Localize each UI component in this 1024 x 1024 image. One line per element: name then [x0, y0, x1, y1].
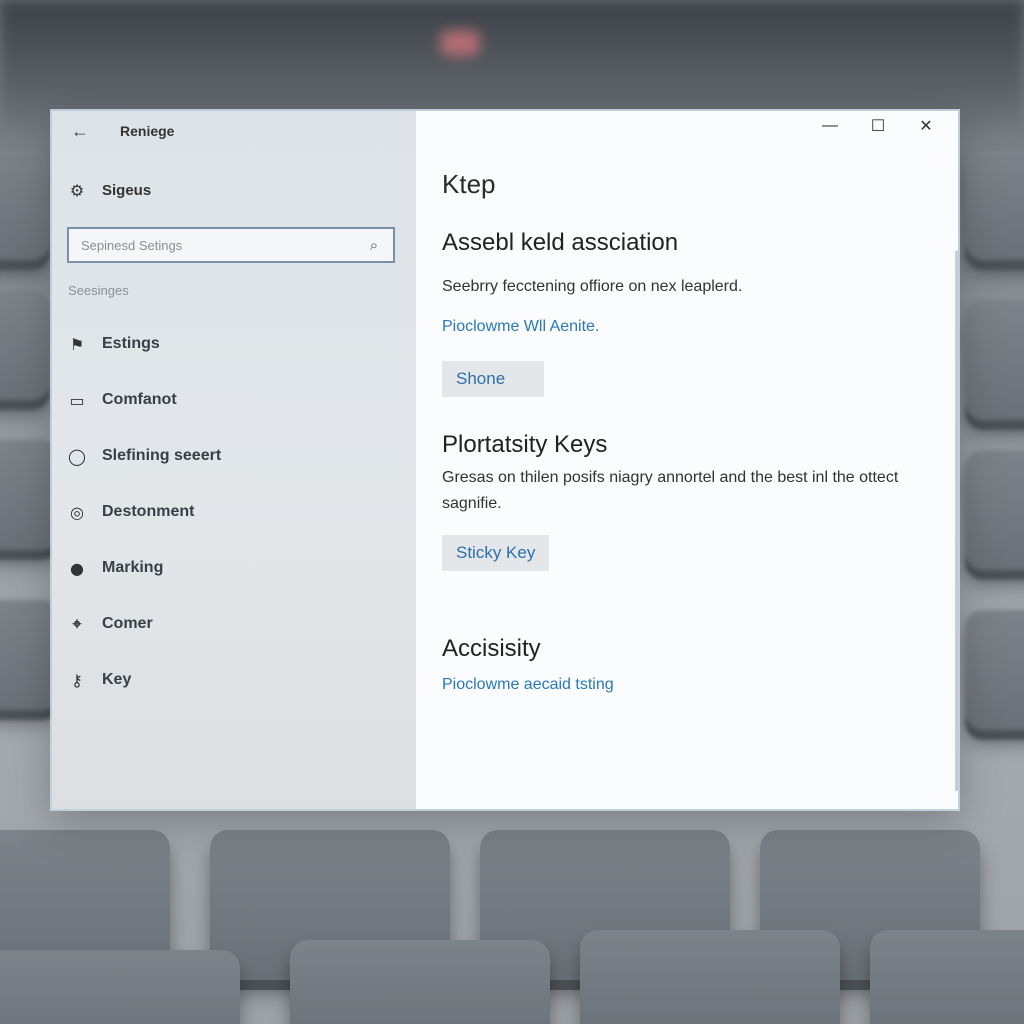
window-controls: — ☐ ✕ [806, 111, 950, 141]
search-box: ⌕ [67, 227, 395, 263]
search-icon[interactable]: ⌕ [363, 234, 385, 256]
circle-icon: ◯ [68, 446, 86, 466]
page-title: Ktep [442, 169, 496, 199]
section-link[interactable]: Pioclowme Wll Aenite. [442, 318, 599, 336]
gear-icon: ⚙ [69, 180, 85, 200]
sidebar-item-comfanot[interactable]: ▭ Comfanot [66, 372, 396, 428]
section-label: Seesinges [68, 283, 129, 298]
section-heading: Plortatsity Keys [442, 431, 608, 458]
palette-icon: ● [70, 558, 84, 578]
sidebar-item-label: Comfanot [102, 391, 177, 408]
sidebar: ← Reniege ⚙ Sigeus ⌕ Seesinges ⚑ Estings… [52, 111, 416, 809]
sidebar-item-destonment[interactable]: ◎ Destonment [66, 484, 396, 540]
section-description: Gresas on thilen posifs niagry annortel … [442, 469, 899, 512]
sidebar-item-label: Key [102, 671, 132, 688]
section-heading: Accisisity [442, 635, 541, 662]
section-description: Seebrry fecctening offiore on nex leaple… [442, 278, 743, 295]
show-button[interactable]: Shone [442, 361, 544, 397]
section-heading: Assebl keld assciation [442, 229, 679, 256]
sidebar-item-key[interactable]: ⚷ Key [66, 652, 396, 708]
sidebar-item-label: Destonment [102, 503, 195, 520]
sidebar-item-label: Comer [102, 615, 153, 632]
sidebar-home-item[interactable]: ⚙ Sigeus [66, 173, 151, 207]
sidebar-nav: ⚑ Estings ▭ Comfanot ◯ Slefining seeert … [66, 316, 396, 708]
sidebar-item-label: Slefining seeert [102, 447, 222, 464]
content-pane: — ☐ ✕ Ktep Assebl keld assciation Seebrr… [416, 111, 958, 809]
sidebar-item-marking[interactable]: ● Marking [66, 540, 396, 596]
sidebar-item-estings[interactable]: ⚑ Estings [66, 316, 396, 372]
window-title: Reniege [120, 123, 175, 139]
sidebar-item-label: Estings [102, 335, 160, 352]
sidebar-item-label: Marking [102, 559, 164, 576]
sidebar-item-slefining[interactable]: ◯ Slefining seeert [66, 428, 396, 484]
back-arrow-icon[interactable]: ← [66, 117, 94, 145]
sidebar-home-label: Sigeus [102, 181, 152, 199]
section-link[interactable]: Pioclowme aecaid tsting [442, 676, 614, 694]
display-icon: ▭ [69, 390, 85, 410]
disc-icon: ◎ [70, 502, 84, 522]
search-input[interactable] [69, 229, 363, 261]
minimize-button[interactable]: — [806, 111, 854, 141]
location-icon: ⌖ [72, 614, 82, 633]
close-button[interactable]: ✕ [902, 111, 950, 141]
scrollbar[interactable] [955, 251, 958, 791]
sticky-keys-button[interactable]: Sticky Key [442, 535, 550, 571]
key-icon: ⚷ [71, 670, 83, 690]
settings-window: ← Reniege ⚙ Sigeus ⌕ Seesinges ⚑ Estings… [52, 111, 958, 809]
sidebar-item-comer[interactable]: ⌖ Comer [66, 596, 396, 652]
flag-icon: ⚑ [69, 334, 85, 354]
maximize-button[interactable]: ☐ [854, 111, 902, 141]
